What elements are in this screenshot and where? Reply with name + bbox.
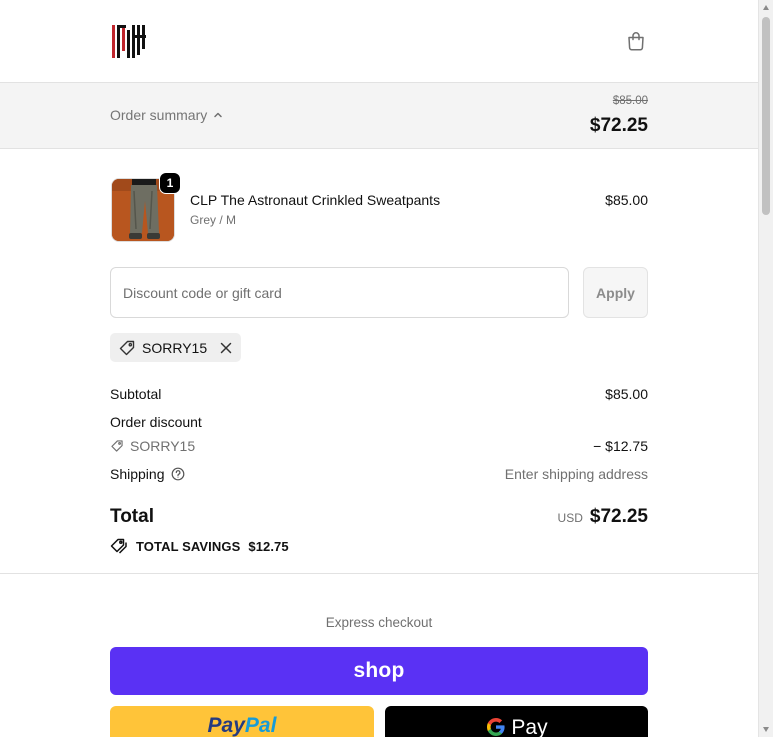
- applied-discount-chip: SORRY15: [110, 333, 242, 362]
- shopping-bag-icon[interactable]: [624, 29, 648, 53]
- order-discount-code-text: SORRY15: [130, 438, 196, 454]
- section-divider: [0, 573, 758, 574]
- total-price: USD $72.25: [558, 506, 648, 528]
- applied-discount-code: SORRY15: [142, 339, 208, 356]
- help-circle-icon[interactable]: [171, 467, 185, 481]
- total-amount: $72.25: [589, 506, 648, 527]
- shipping-value: Enter shipping address: [504, 466, 648, 482]
- product-price: $85.00: [605, 192, 648, 208]
- tag-icon: [119, 340, 135, 355]
- order-discount-value: − $12.75: [593, 438, 648, 454]
- chevron-up-icon: [214, 112, 222, 118]
- order-discount-label: Order discount: [110, 414, 202, 430]
- total-savings-value: $12.75: [248, 538, 289, 554]
- order-summary-label: Order summary: [110, 107, 208, 123]
- order-summary-bar: Order summary $85.00 $72.25: [0, 83, 758, 149]
- total-label: Total: [110, 506, 154, 527]
- google-pay-button[interactable]: Pay: [385, 706, 648, 737]
- order-discount-code: SORRY15: [110, 438, 195, 454]
- express-checkout-title: Express checkout: [325, 615, 433, 630]
- subtotal-value: $85.00: [605, 386, 648, 402]
- shipping-label: Shipping: [110, 466, 165, 482]
- google-pay-label: Pay: [511, 716, 548, 737]
- shop-pay-button[interactable]: shop: [110, 647, 648, 695]
- scroll-down-arrow-icon[interactable]: [763, 727, 769, 732]
- header: [0, 0, 758, 83]
- shipping-row: Shipping: [110, 466, 185, 482]
- paypal-logo: PayPal: [208, 714, 277, 737]
- discount-code-input[interactable]: [110, 267, 569, 318]
- paypal-logo-pay: Pay: [207, 714, 245, 737]
- summary-total-price: $72.25: [589, 115, 648, 136]
- product-variant: Grey / M: [190, 213, 237, 227]
- scroll-thumb[interactable]: [762, 17, 770, 215]
- tag-icon: [111, 440, 123, 452]
- summary-compare-price: $85.00: [612, 95, 648, 107]
- total-savings-label: TOTAL SAVINGS: [136, 538, 241, 554]
- vertical-scrollbar[interactable]: [758, 0, 773, 737]
- checkout-page: Order summary $85.00 $72.25 1 CLP The As…: [0, 0, 758, 737]
- shop-pay-logo: shop: [353, 659, 405, 682]
- brand-logo[interactable]: [112, 24, 148, 58]
- close-icon[interactable]: [219, 341, 233, 355]
- paypal-button[interactable]: PayPal: [110, 706, 374, 737]
- total-currency: USD: [557, 511, 583, 525]
- order-summary-toggle[interactable]: Order summary: [110, 107, 223, 123]
- subtotal-label: Subtotal: [110, 386, 162, 402]
- paypal-logo-pal: Pal: [244, 714, 277, 737]
- scroll-up-arrow-icon[interactable]: [763, 5, 769, 10]
- quantity-badge: 1: [159, 172, 181, 194]
- total-savings: TOTAL SAVINGS $12.75: [110, 538, 289, 554]
- apply-button[interactable]: Apply: [583, 267, 648, 318]
- google-g-icon: [487, 718, 506, 736]
- product-title: CLP The Astronaut Crinkled Sweatpants: [190, 192, 441, 208]
- tags-icon: [110, 538, 127, 554]
